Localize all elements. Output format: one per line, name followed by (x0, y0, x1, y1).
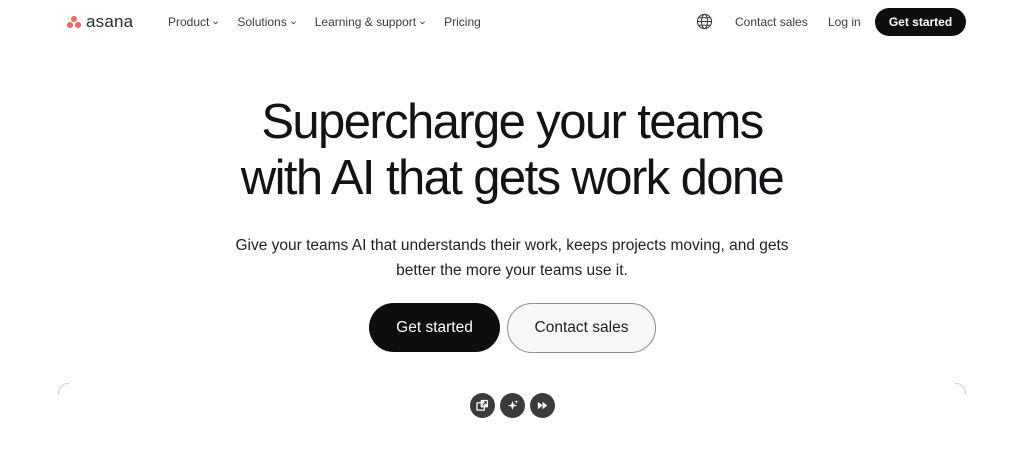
subtitle-line-2: better the more your teams use it. (396, 262, 628, 279)
fast-forward-icon[interactable] (530, 393, 555, 418)
asana-logo-icon (67, 16, 81, 28)
nav-item-label: Pricing (444, 15, 481, 29)
top-navigation: asana Product Solutions Learning & suppo… (0, 0, 1024, 44)
workflow-icon[interactable] (470, 393, 495, 418)
ai-sparkle-icon[interactable] (500, 393, 525, 418)
contact-sales-link[interactable]: Contact sales (735, 15, 808, 29)
nav-item-label: Learning & support (314, 15, 417, 29)
nav-item-pricing[interactable]: Pricing (444, 14, 481, 30)
media-frame-corner-left (58, 383, 69, 394)
chevron-down-icon (213, 20, 219, 24)
chevron-down-icon (290, 20, 296, 24)
nav-item-label: Product (168, 15, 210, 29)
globe-icon[interactable] (696, 13, 713, 30)
chevron-down-icon (420, 20, 426, 24)
nav-item-product[interactable]: Product (168, 14, 219, 30)
subtitle-line-1: Give your teams AI that understands thei… (235, 237, 789, 254)
media-frame-corner-right (955, 383, 966, 394)
brand-name: asana (86, 12, 134, 31)
hero-subtitle: Give your teams AI that understands thei… (212, 233, 812, 283)
headline-line-1: Supercharge your teams (261, 95, 764, 149)
get-started-button[interactable]: Get started (369, 303, 500, 352)
headline-line-2: with AI that gets work done (240, 151, 785, 205)
contact-sales-button[interactable]: Contact sales (507, 303, 656, 353)
nav-item-solutions[interactable]: Solutions (237, 14, 296, 30)
get-started-nav-button[interactable]: Get started (875, 8, 966, 36)
asana-logo[interactable]: asana (67, 12, 133, 32)
nav-item-label: Solutions (237, 15, 287, 29)
feature-icon-tabs (470, 393, 555, 418)
nav-item-learning-support[interactable]: Learning & support (315, 14, 426, 30)
main-menu: Product Solutions Learning & support Pri… (168, 14, 481, 30)
log-in-link[interactable]: Log in (828, 15, 861, 29)
hero-headline: Supercharge your teams with AI that gets… (0, 94, 1024, 206)
